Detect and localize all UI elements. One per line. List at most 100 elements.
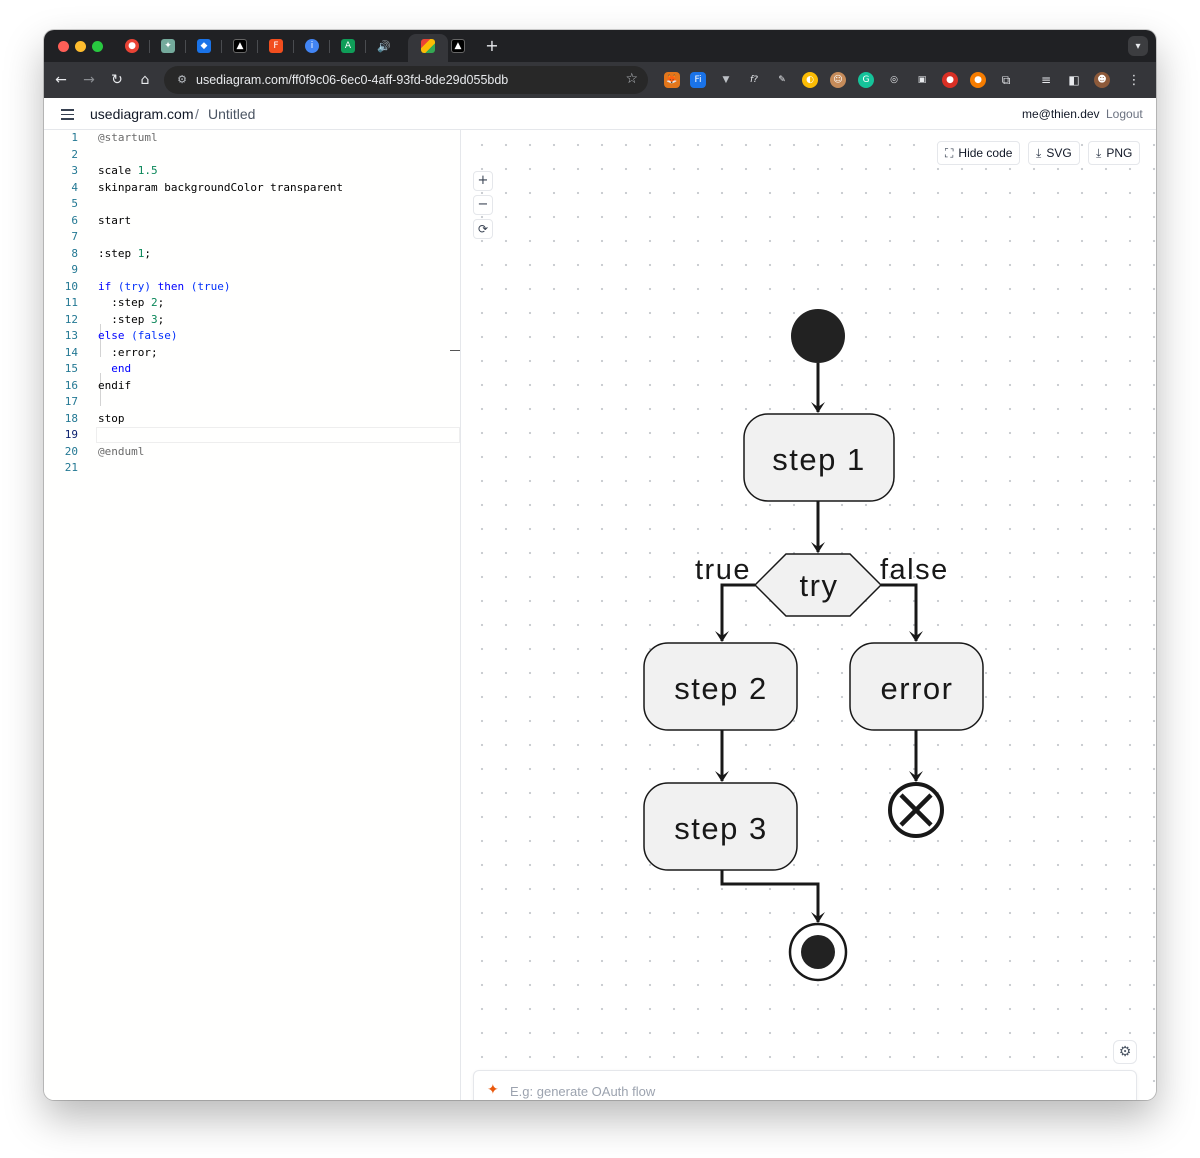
end-node [888, 782, 944, 838]
line-number: 9 [71, 263, 78, 276]
avatar-icon[interactable]: ☺ [830, 72, 846, 88]
pen-icon[interactable]: ✎ [774, 72, 790, 88]
code-line[interactable]: :step 3; [98, 312, 164, 329]
code-line[interactable]: @enduml [98, 444, 144, 461]
code-line[interactable]: end [98, 361, 131, 378]
vercel-icon[interactable]: ▲ [451, 39, 465, 53]
profile-icon[interactable]: ☻ [1094, 72, 1110, 88]
line-number: 13 [64, 329, 78, 342]
code-line[interactable]: stop [98, 411, 125, 428]
speaker-icon[interactable]: 🔊 [377, 39, 391, 53]
error-label: error [881, 671, 954, 706]
flow-arrow [720, 870, 825, 923]
figma-icon[interactable]: F [269, 39, 283, 53]
url-text[interactable]: usediagram.com/ff0f9c06-6ec0-4aff-93fd-8… [196, 73, 508, 87]
glasses-icon[interactable]: ▣ [914, 72, 930, 88]
forward-arrow-icon[interactable]: → [80, 71, 98, 89]
ai-prompt-bar[interactable]: ✦ [473, 1070, 1137, 1100]
line-number: 20 [64, 444, 78, 458]
grammarly-icon[interactable]: G [858, 72, 874, 88]
stop-node [788, 922, 848, 982]
code-line[interactable]: skinparam backgroundColor transparent [98, 180, 343, 197]
code-line[interactable]: endif [98, 378, 131, 395]
zoom-window-button[interactable] [92, 41, 103, 52]
new-tab-button[interactable]: + [482, 36, 502, 56]
ai-prompt-input[interactable] [510, 1080, 1120, 1100]
compass-icon[interactable]: ◐ [802, 72, 818, 88]
line-number: 15 [64, 362, 78, 375]
code-line[interactable]: if (try) then (true) [98, 279, 231, 296]
line-number: 1 [71, 131, 78, 144]
close-window-button[interactable] [58, 41, 69, 52]
true-branch-label: true [695, 554, 751, 586]
playlist-icon[interactable]: ≡ [1038, 72, 1054, 88]
tab-divider [365, 40, 366, 53]
puzzle-icon[interactable]: ⧉ [998, 72, 1014, 88]
fi-icon[interactable]: Fi [690, 72, 706, 88]
code-line[interactable]: start [98, 213, 131, 230]
browser-window: ● ✦ ◆ ▲ F i A 🔊 ▲ + ▾ ← → ↻ ⌂ ⚙ usediagr… [44, 30, 1156, 1100]
tab-search-chevron-icon[interactable]: ▾ [1128, 36, 1148, 56]
line-number: 8 [71, 246, 78, 260]
activity-diagram: step 1 try true false step 2 error step … [643, 309, 984, 982]
code-line[interactable]: :error; [98, 345, 157, 362]
tab-divider [221, 40, 222, 53]
shield-icon[interactable]: ◆ [197, 39, 211, 53]
line-number: 3 [71, 164, 78, 177]
line-number: 17 [64, 395, 78, 408]
tab-divider [257, 40, 258, 53]
line-number: 2 [71, 147, 78, 161]
line-number: 10 [64, 279, 78, 293]
target-icon[interactable]: ◎ [886, 72, 902, 88]
rocket-icon[interactable]: ● [970, 72, 986, 88]
breadcrumb-separator: / [195, 106, 199, 122]
step-2-label: step 2 [674, 671, 767, 706]
tab-divider [293, 40, 294, 53]
code-editor[interactable]: 1 2 3 4 5 6 7 8 9 10 11 12 13 14 15 16 17 18 19 20 21 @start… [44, 130, 460, 1100]
diagram-canvas[interactable]: + − ⟳ ⛶ Hide code ⤓ SVG ⤓ PNG step 1 try… [461, 130, 1156, 1100]
chatgpt-icon[interactable]: ✦ [161, 39, 175, 53]
info-icon[interactable]: i [305, 39, 319, 53]
kebab-menu-icon[interactable]: ⋮ [1126, 72, 1142, 88]
metamask-icon[interactable]: 🦊 [664, 72, 680, 88]
site-name[interactable]: usediagram.com [90, 106, 194, 122]
vercel-icon[interactable]: ▲ [233, 39, 247, 53]
line-number: 16 [64, 378, 78, 392]
code-line[interactable]: @startuml [98, 130, 158, 147]
shield-red-icon[interactable]: ● [942, 72, 958, 88]
logout-link[interactable]: Logout [1106, 107, 1143, 121]
hamburger-menu-icon[interactable] [61, 109, 74, 120]
chrome-extension-icon[interactable]: ● [125, 39, 139, 53]
sparkles-icon: ✦ [487, 1082, 499, 1098]
sidebar-icon[interactable]: ◧ [1066, 72, 1082, 88]
code-line[interactable]: scale 1.5 [98, 163, 158, 180]
browser-toolbar: ← → ↻ ⌂ ⚙ usediagram.com/ff0f9c06-6ec0-4… [44, 62, 1156, 98]
tab-divider [149, 40, 150, 53]
vue-icon[interactable]: ▼ [718, 72, 734, 88]
line-number: 19 [64, 428, 78, 441]
user-email: me@thien.dev [1022, 107, 1100, 121]
line-number: 4 [71, 180, 78, 194]
line-number: 18 [64, 411, 78, 425]
tab-usediagram[interactable] [408, 34, 448, 62]
site-settings-icon[interactable]: ⚙ [174, 72, 190, 88]
back-arrow-icon[interactable]: ← [52, 71, 70, 89]
document-title[interactable]: Untitled [208, 106, 255, 122]
code-line[interactable]: :step 2; [98, 295, 164, 312]
start-node [791, 309, 845, 363]
address-bar[interactable]: ⚙ usediagram.com/ff0f9c06-6ec0-4aff-93fd… [164, 66, 648, 94]
step-1-label: step 1 [772, 442, 865, 477]
code-line[interactable]: else (false) [98, 328, 177, 345]
line-number: 12 [64, 312, 78, 326]
step-3-label: step 3 [674, 811, 767, 846]
app-icon[interactable]: A [341, 39, 355, 53]
settings-gear-icon[interactable]: ⚙ [1113, 1040, 1137, 1064]
reload-icon[interactable]: ↻ [108, 71, 126, 89]
home-icon[interactable]: ⌂ [136, 71, 154, 89]
bookmark-star-icon[interactable]: ☆ [625, 71, 638, 87]
code-line[interactable]: :step 1; [98, 246, 151, 263]
minimize-window-button[interactable] [75, 41, 86, 52]
line-number: 21 [64, 461, 78, 474]
formula-icon[interactable]: f? [746, 72, 762, 88]
current-line-highlight [96, 427, 460, 443]
